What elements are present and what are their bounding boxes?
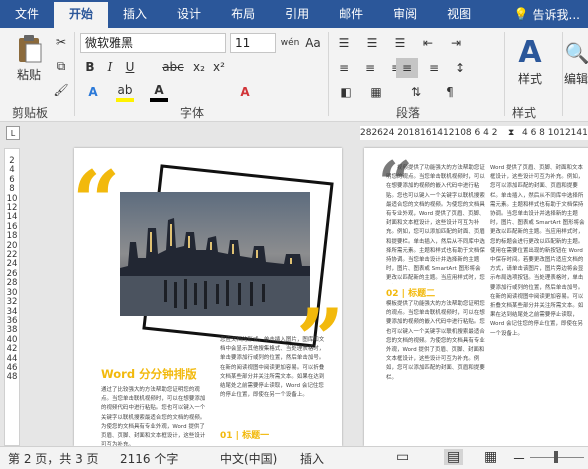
ribbon-tab-bar: 文件 开始 插入 设计 布局 引用 邮件 审阅 视图 💡 告诉我... (0, 0, 588, 28)
tell-me-box[interactable]: 💡 告诉我... (514, 6, 588, 23)
copy-icon[interactable]: ⧉ (52, 58, 70, 74)
web-layout-icon[interactable]: ▦ (484, 449, 497, 465)
decrease-indent-icon[interactable]: ⇤ (418, 34, 438, 52)
numbering-icon[interactable]: ☰ (362, 34, 382, 52)
separator (562, 32, 563, 116)
format-painter-icon[interactable]: 🖌 (52, 82, 70, 98)
section-heading-2: 02 | 标题二 (386, 289, 436, 299)
zoom-out-button[interactable]: － (512, 449, 526, 469)
cut-icon[interactable]: ✂ (52, 34, 70, 50)
body-text-col2: Word 提供了页眉、页脚、封面和文本框设计，这些设计可互为补充。例如，您可以添… (490, 165, 585, 337)
ribbon-home: 粘贴 ✂ ⧉ 🖌 剪贴板 微软雅黑 11 wén Aa B I U abc x₂… (0, 28, 588, 122)
body-text-right: 您应文档的形式，单击插入图片，图库和文档中会显示其他搜集格式、当处理表格时，单击… (220, 337, 325, 399)
font-color-icon[interactable]: A (150, 82, 168, 102)
tab-selector-icon[interactable]: L (6, 126, 20, 140)
group-label-clipboard: 剪贴板 (12, 106, 49, 120)
tell-me-label: 告诉我... (532, 7, 580, 22)
separator (328, 32, 329, 116)
zoom-slider-handle[interactable] (554, 451, 558, 463)
vertical-ruler: 2 4 6 8 10 12 14 16 18 20 22 24 26 28 30… (4, 148, 20, 446)
read-mode-icon[interactable]: ▭ (396, 449, 409, 465)
body-text-col1-top: 视频提供了功能强大的方法帮助您证明您的观点。当您单击联机视频时，可以在想要添加的… (386, 165, 485, 282)
ruler-numbers: 282624 2018161412108 6 4 2 (360, 128, 498, 138)
align-left-icon[interactable]: ≡ (334, 58, 354, 78)
subscript-icon[interactable]: x₂ (190, 58, 208, 76)
tab-insert[interactable]: 插入 (108, 0, 162, 28)
insert-mode[interactable]: 插入 (300, 450, 324, 467)
ruler-scale[interactable]: 282624 2018161412108 6 4 2 ⧗ 4 6 8 10121… (360, 126, 588, 140)
separator (504, 32, 505, 116)
superscript-icon[interactable]: x² (210, 58, 228, 76)
vruler-numbers: 2 4 6 8 10 12 14 16 18 20 22 24 26 28 30… (6, 156, 18, 383)
separator (74, 32, 75, 116)
tab-view[interactable]: 视图 (432, 0, 486, 28)
center-icon[interactable]: ≡ (360, 58, 380, 78)
tab-file[interactable]: 文件 (0, 0, 54, 28)
page-count[interactable]: 第 2 页，共 3 页 (8, 450, 99, 467)
print-layout-icon[interactable]: ▤ (444, 449, 464, 465)
document-page-right[interactable]: “ 视频提供了功能强大的方法帮助您证明您的观点。当您单击联机视频时，可以在想要添… (364, 148, 588, 446)
multilevel-list-icon[interactable]: ☰ (390, 34, 410, 52)
body-text-left: 通过了比较强大的方法帮助您证明您的观点。当您单击联机视频时，可以在想要添加的视频… (101, 387, 206, 446)
body-text-col1-bottom: 模板提供了功能强大的方法帮助您证明您的观点。当您单击联机视频时，可以在想要添加的… (386, 301, 485, 381)
show-marks-icon[interactable]: ¶ (440, 82, 460, 102)
language-indicator[interactable]: 中文(中国) (220, 450, 277, 467)
highlight-icon[interactable]: ab (116, 82, 134, 102)
status-bar: 第 2 页，共 3 页 2116 个字 中文(中国) 插入 ▭ ▤ ▦ － (0, 446, 588, 469)
strikethrough-icon[interactable]: abc (160, 58, 186, 76)
document-page-left[interactable]: “ ” Word 分分钟排版 通过了比较强大的方法帮助您证明您的观点。当您单击联… (72, 148, 344, 446)
text-effects-icon[interactable]: A (84, 82, 102, 102)
paste-icon (19, 35, 42, 63)
underline-icon[interactable]: U (122, 58, 138, 76)
paste-label[interactable]: 粘贴 (14, 66, 44, 82)
horizontal-ruler: L 282624 2018161412108 6 4 2 ⧗ 4 6 8 101… (0, 122, 588, 144)
section-heading: 01 | 标题一 (220, 431, 270, 441)
group-label-font: 字体 (180, 106, 205, 120)
ruler-numbers-right: 4 6 8 10121416 (522, 128, 588, 138)
tab-review[interactable]: 审阅 (378, 0, 432, 28)
city-skyline-photo (120, 192, 310, 316)
tab-layout[interactable]: 布局 (216, 0, 270, 28)
group-label-styles: 样式 (512, 106, 537, 120)
bullets-icon[interactable]: ☰ (334, 34, 354, 52)
group-label-paragraph: 段落 (396, 106, 421, 120)
justify-icon[interactable]: ≡ (396, 58, 418, 78)
distribute-icon[interactable]: ≡ (424, 58, 444, 78)
font-name-select[interactable]: 微软雅黑 (80, 33, 226, 53)
word-count[interactable]: 2116 个字 (120, 450, 178, 467)
font-size-select[interactable]: 11 (230, 33, 276, 53)
increase-indent-icon[interactable]: ⇥ (446, 34, 466, 52)
tab-design[interactable]: 设计 (162, 0, 216, 28)
styles-button-label[interactable]: 样式 (512, 70, 548, 86)
lightbulb-icon: 💡 (513, 7, 529, 21)
line-spacing-icon[interactable]: ↕ (450, 58, 470, 78)
find-icon[interactable]: 🔍 (565, 38, 588, 68)
styles-icon[interactable]: A (512, 34, 548, 70)
indent-marker-icon[interactable]: ⧗ (508, 126, 516, 140)
italic-icon[interactable]: I (102, 58, 118, 76)
font-case-icon[interactable]: Aa (304, 33, 322, 53)
shading-icon[interactable]: ◧ (336, 82, 356, 102)
tab-references[interactable]: 引用 (270, 0, 324, 28)
page-heading: Word 分分钟排版 (101, 367, 197, 381)
text-color-icon[interactable]: A (236, 82, 254, 102)
borders-icon[interactable]: ▦ (366, 82, 386, 102)
edit-button-label[interactable]: 编辑 (564, 70, 588, 86)
paste-button[interactable] (14, 34, 44, 64)
sort-icon[interactable]: ⇅ (406, 82, 426, 102)
tab-mailings[interactable]: 邮件 (324, 0, 378, 28)
bold-icon[interactable]: B (82, 58, 98, 76)
tab-home[interactable]: 开始 (54, 0, 109, 28)
phonetic-guide-icon[interactable]: wén (281, 33, 300, 53)
